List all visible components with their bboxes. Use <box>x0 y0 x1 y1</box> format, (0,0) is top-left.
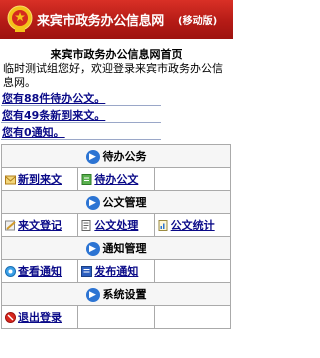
menu-cell: 发布通知 <box>77 259 155 283</box>
welcome-message: 临时测试组您好，欢迎登录来宾市政务办公信息网。 <box>3 62 223 89</box>
view-notice-icon <box>5 265 16 277</box>
menu-view-notice[interactable]: 查看通知 <box>18 265 62 278</box>
divider <box>1 139 161 140</box>
menu-cell-empty <box>153 167 232 191</box>
app-title: 来宾市政务办公信息网 <box>37 14 165 29</box>
menu-cell: 待办公文 <box>77 167 155 191</box>
menu-cell: 来文登记 <box>0 213 79 237</box>
menu-cell: 退出登录 <box>0 305 79 329</box>
divider <box>1 105 161 106</box>
national-emblem-icon <box>7 5 33 32</box>
arrow-right-icon: ▶ <box>85 242 100 256</box>
menu-cell: 新到来文 <box>0 167 79 191</box>
pending-doc-icon <box>81 173 92 185</box>
app-subtitle: (移动版) <box>178 16 218 27</box>
menu-new-incoming[interactable]: 新到来文 <box>18 173 62 186</box>
menu-doc-process[interactable]: 公文处理 <box>94 219 138 232</box>
menu-cell-empty <box>77 305 155 329</box>
section-title: 公文管理 <box>102 196 147 209</box>
menu-cell: 公文处理 <box>77 213 155 237</box>
arrow-right-icon: ▶ <box>85 196 100 210</box>
section-title: 通知管理 <box>102 242 147 255</box>
menu-doc-stats[interactable]: 公文统计 <box>171 219 215 232</box>
section-header-pending: ▶ 待办公务 <box>1 144 231 168</box>
publish-notice-icon <box>81 265 93 277</box>
notice-notifications[interactable]: 您有0通知。 <box>0 126 233 139</box>
menu-table: ▶ 待办公务 新到来文 待办公文 ▶ 公文管理 来文登记 公文处理 公文统计 ▶ 通知… <box>0 144 232 329</box>
divider <box>1 122 161 123</box>
app-header: 来宾市政务办公信息网 (移动版) <box>0 0 233 39</box>
inbox-icon <box>5 175 16 184</box>
section-header-system: ▶ 系统设置 <box>1 282 231 306</box>
page-title: 来宾市政务办公信息网首页 <box>50 48 183 61</box>
menu-cell: 公文统计 <box>153 213 232 237</box>
stats-icon <box>158 219 168 231</box>
section-header-notify: ▶ 通知管理 <box>1 236 231 260</box>
menu-cell-empty <box>153 259 232 283</box>
menu-cell-empty <box>153 305 232 329</box>
section-title: 待办公务 <box>102 150 147 163</box>
register-icon <box>5 220 16 230</box>
section-title: 系统设置 <box>102 288 147 301</box>
notice-new-incoming[interactable]: 您有49条新到来文。 <box>0 109 233 122</box>
menu-cell: 查看通知 <box>0 259 79 283</box>
menu-pending-docs[interactable]: 待办公文 <box>94 173 138 186</box>
menu-doc-register[interactable]: 来文登记 <box>18 219 62 232</box>
arrow-right-icon: ▶ <box>85 288 100 302</box>
menu-logout[interactable]: 退出登录 <box>18 311 62 324</box>
notice-pending-docs[interactable]: 您有88件待办公文。 <box>0 92 233 105</box>
arrow-right-icon: ▶ <box>85 150 100 164</box>
section-header-docs: ▶ 公文管理 <box>1 190 231 214</box>
edit-doc-icon <box>81 219 91 231</box>
menu-publish-notice[interactable]: 发布通知 <box>94 265 138 278</box>
logout-icon <box>5 311 16 323</box>
